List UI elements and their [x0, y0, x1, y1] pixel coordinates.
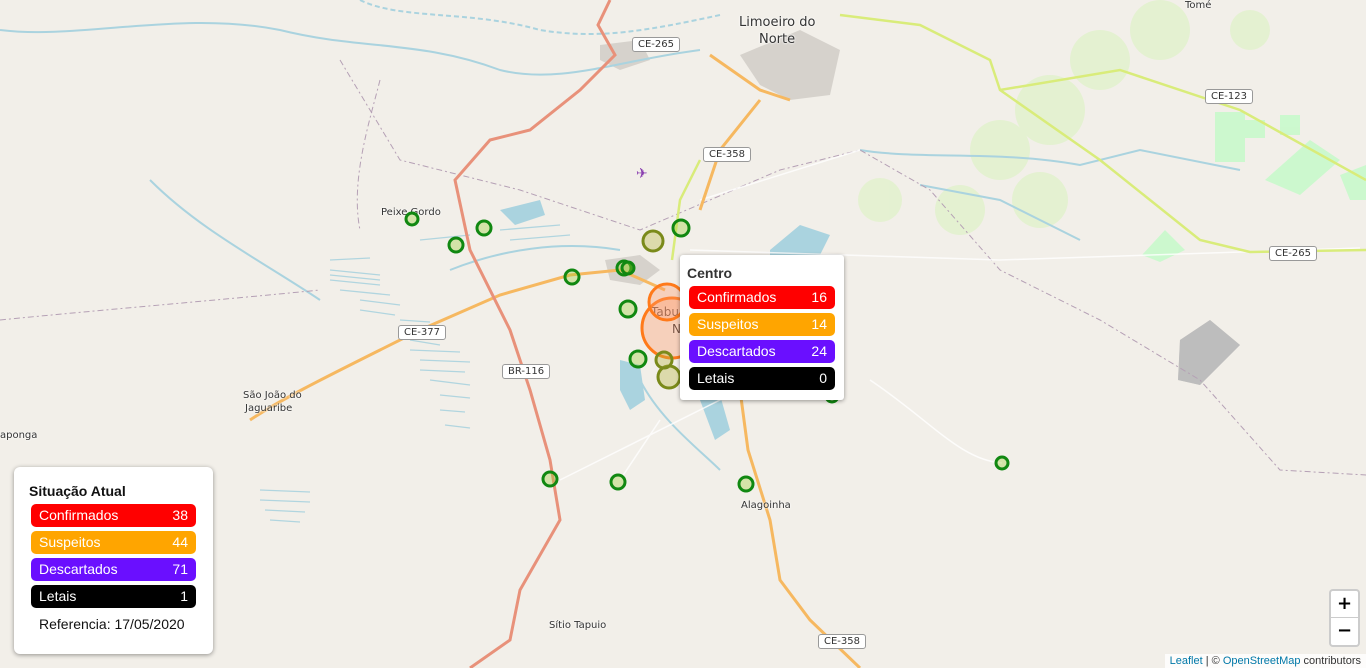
popup-row-label: Confirmados	[697, 289, 777, 305]
case-marker[interactable]	[475, 219, 493, 237]
legend-row-letais: Letais 1	[31, 585, 196, 608]
zoom-in-button[interactable]: +	[1331, 591, 1358, 618]
map-attribution: Leaflet | © OpenStreetMap contributors	[1164, 654, 1366, 668]
case-marker[interactable]	[656, 364, 682, 390]
case-marker[interactable]	[737, 475, 755, 493]
openstreetmap-link[interactable]: OpenStreetMap	[1223, 655, 1301, 667]
popup-row-label: Suspeitos	[697, 316, 759, 332]
case-marker[interactable]	[563, 268, 581, 286]
legend-title: Situação Atual	[29, 483, 126, 499]
legend-row-label: Letais	[39, 588, 77, 604]
legend-row-value: 38	[172, 507, 188, 523]
status-legend: Situação Atual Confirmados 38 Suspeitos …	[14, 467, 213, 654]
legend-row-suspeitos: Suspeitos 44	[31, 531, 196, 554]
attribution-separator: | ©	[1202, 655, 1223, 667]
case-marker[interactable]	[620, 260, 636, 276]
popup-row-value: 14	[811, 316, 827, 332]
case-marker[interactable]	[641, 229, 665, 253]
legend-row-confirmados: Confirmados 38	[31, 504, 196, 527]
popup-row-value: 24	[811, 343, 827, 359]
legend-row-value: 1	[180, 588, 188, 604]
case-marker[interactable]	[404, 211, 420, 227]
popup-centro: Centro Confirmados 16 Suspeitos 14 Desca…	[680, 255, 844, 400]
attribution-suffix: contributors	[1300, 655, 1361, 667]
popup-row-descartados: Descartados 24	[689, 340, 835, 363]
case-marker[interactable]	[994, 455, 1010, 471]
zoom-control: + −	[1329, 589, 1360, 647]
leaflet-link[interactable]: Leaflet	[1170, 655, 1203, 667]
legend-row-label: Suspeitos	[39, 534, 101, 550]
popup-row-label: Descartados	[697, 343, 776, 359]
zoom-out-button[interactable]: −	[1331, 618, 1358, 644]
legend-row-descartados: Descartados 71	[31, 558, 196, 581]
case-marker[interactable]	[654, 350, 674, 370]
popup-row-label: Letais	[697, 370, 735, 386]
case-marker[interactable]	[671, 218, 691, 238]
case-marker[interactable]	[541, 470, 559, 488]
popup-row-letais: Letais 0	[689, 367, 835, 390]
popup-row-value: 0	[819, 370, 827, 386]
popup-row-confirmados: Confirmados 16	[689, 286, 835, 309]
case-marker[interactable]	[618, 299, 638, 319]
case-marker[interactable]	[628, 349, 648, 369]
popup-title: Centro	[687, 265, 733, 281]
case-marker[interactable]	[447, 236, 465, 254]
case-marker[interactable]	[609, 473, 627, 491]
legend-row-value: 44	[172, 534, 188, 550]
legend-row-value: 71	[172, 561, 188, 577]
legend-row-label: Confirmados	[39, 507, 119, 523]
reference-date: Referencia: 17/05/2020	[39, 616, 185, 632]
legend-row-label: Descartados	[39, 561, 118, 577]
popup-row-suspeitos: Suspeitos 14	[689, 313, 835, 336]
popup-row-value: 16	[811, 289, 827, 305]
